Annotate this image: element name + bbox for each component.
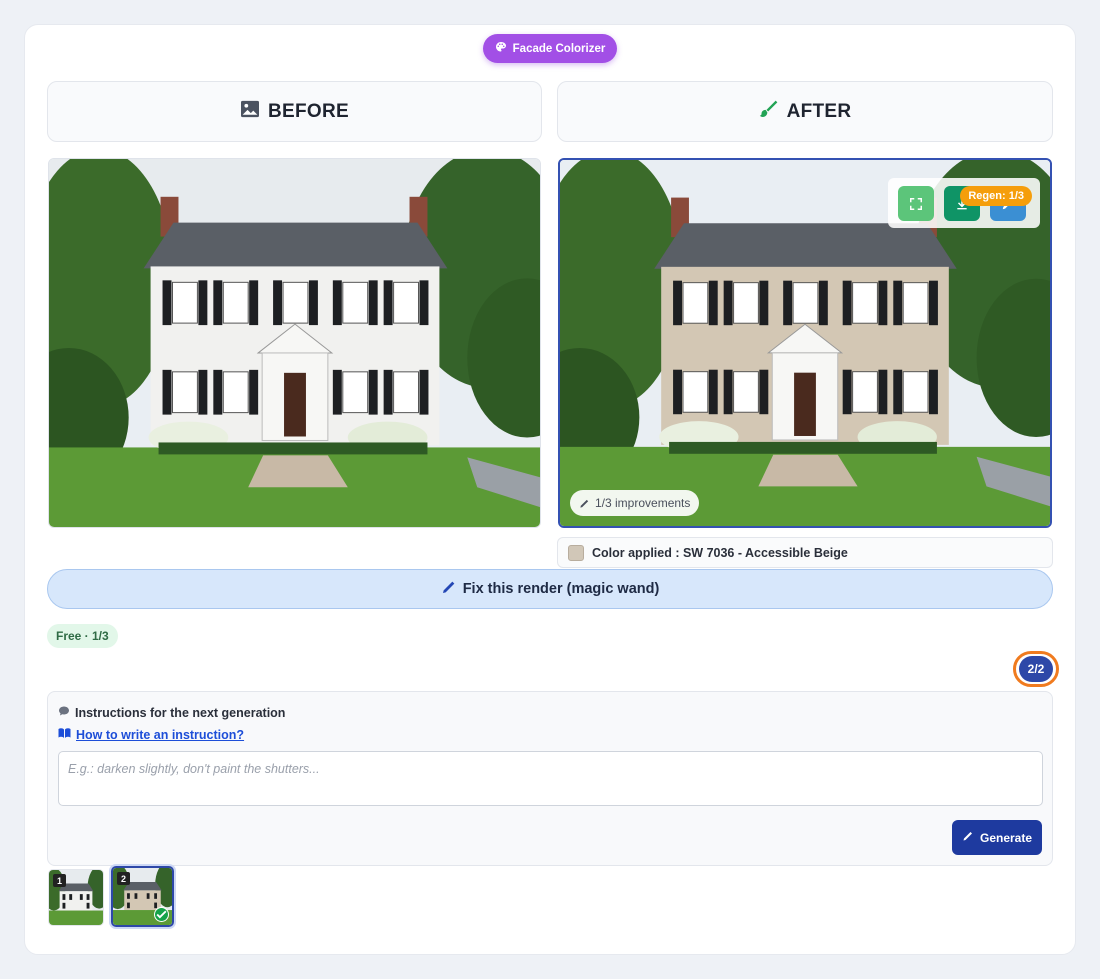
pencil-icon: [962, 830, 974, 845]
history-thumbnail-selected[interactable]: 2: [111, 866, 174, 927]
improvements-label: 1/3 improvements: [595, 496, 691, 510]
check-icon: [154, 907, 169, 922]
after-header: AFTER: [557, 81, 1053, 142]
history-thumbnail[interactable]: 1: [48, 869, 104, 926]
speech-bubble-icon: [58, 705, 70, 720]
before-image: [48, 158, 541, 528]
palette-icon: [495, 41, 507, 56]
version-counter[interactable]: 2/2: [1013, 651, 1059, 687]
generate-button[interactable]: Generate: [952, 820, 1042, 855]
pencil-icon: [579, 498, 590, 509]
instructions-panel: Instructions for the next generation How…: [47, 691, 1053, 866]
thumbnail-number: 2: [117, 872, 130, 885]
help-link-label: How to write an instruction?: [76, 727, 245, 742]
paintbrush-icon: [759, 99, 779, 125]
improvements-chip: 1/3 improvements: [570, 490, 700, 516]
instructions-title-row: Instructions for the next generation: [58, 705, 285, 720]
color-applied-bar: Color applied : SW 7036 - Accessible Bei…: [557, 537, 1053, 568]
pencil-icon: [441, 579, 457, 599]
app-title: Facade Colorizer: [512, 42, 606, 55]
instruction-input[interactable]: [58, 751, 1043, 806]
expand-icon: [909, 197, 923, 211]
help-link[interactable]: How to write an instruction?: [58, 727, 244, 742]
thumbnail-number: 1: [53, 874, 66, 887]
after-image: Regen: 1/3 1/3 improvements: [558, 158, 1052, 528]
generate-label: Generate: [979, 830, 1033, 845]
image-tools-panel: Regen: 1/3: [888, 178, 1040, 228]
before-title: BEFORE: [268, 100, 349, 122]
color-swatch: [568, 544, 584, 561]
book-icon: [58, 727, 71, 742]
version-counter-label: 2/2: [1019, 656, 1053, 682]
image-icon: [240, 100, 260, 124]
fullscreen-button[interactable]: [898, 186, 934, 221]
before-header: BEFORE: [47, 81, 542, 142]
app-title-pill[interactable]: Facade Colorizer: [483, 34, 617, 63]
fix-render-button[interactable]: Fix this render (magic wand): [47, 569, 1053, 609]
fix-render-label: Fix this render (magic wand): [462, 581, 660, 597]
regen-badge: Regen: 1/3: [960, 186, 1032, 206]
after-title: AFTER: [786, 100, 852, 122]
plan-badge: Free · 1/3: [47, 624, 118, 648]
instructions-title: Instructions for the next generation: [75, 705, 286, 720]
color-applied-label: Color applied : SW 7036 - Accessible Bei…: [592, 545, 848, 560]
